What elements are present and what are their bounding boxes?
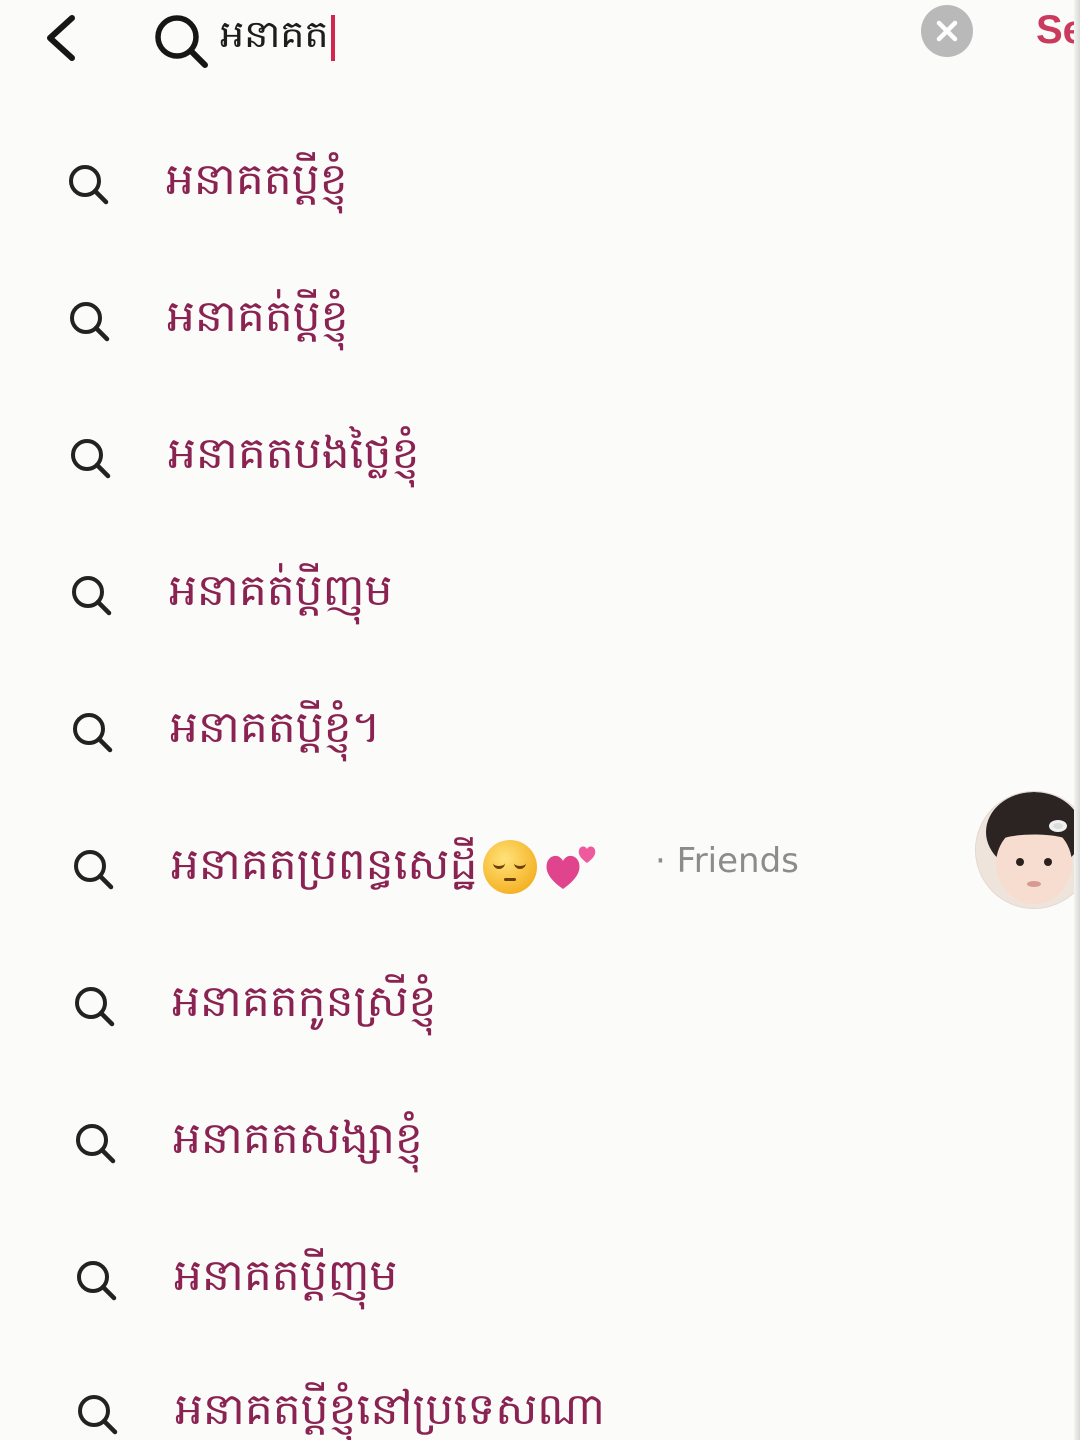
pensive-face-icon bbox=[483, 840, 538, 894]
search-icon bbox=[74, 850, 114, 890]
text-caret bbox=[330, 15, 335, 61]
suggestion-label: អនាគត់ប្តីខ្ញុំ bbox=[167, 291, 349, 342]
search-icon bbox=[77, 1261, 117, 1301]
suggestion-item[interactable]: អនាគតប្តីខ្ញុំនៅប្រទេសណា bbox=[0, 1350, 1080, 1440]
back-button[interactable] bbox=[34, 10, 86, 66]
search-icon bbox=[155, 15, 208, 68]
screen-edge bbox=[1074, 0, 1080, 1440]
suggestion-item[interactable]: អនាគតប្ដីខ្ញុំ bbox=[0, 120, 1080, 240]
suggestion-label: អនាគតប្ដីខ្ញុំ bbox=[166, 154, 348, 205]
chevron-left-icon bbox=[47, 15, 75, 61]
search-icon bbox=[70, 302, 110, 342]
suggestion-label: អនាគតប្តីខ្ញុំ។ bbox=[170, 702, 381, 753]
suggestion-item[interactable]: អនាគតប្រពន្ធសេដ្ឋី · Friends bbox=[0, 805, 1080, 925]
search-query-text: អនាគត bbox=[220, 12, 329, 56]
search-icon bbox=[75, 987, 115, 1027]
suggestion-label: អនាគត់ប្តីញុម bbox=[169, 565, 393, 616]
suggestion-item[interactable]: អនាគត់ប្តីញុម bbox=[0, 531, 1080, 651]
suggestion-item[interactable]: អនាគតប្តីខ្ញុំ។ bbox=[0, 668, 1080, 788]
suggestion-item[interactable]: អនាគតបងថ្លៃខ្ញុំ bbox=[0, 394, 1080, 514]
search-screen: អនាគត Se អនាគតប្ដីខ្ញុំ អនាគត់ប្តីខ្ញុំ … bbox=[0, 0, 1080, 1440]
friend-avatar[interactable] bbox=[976, 792, 1080, 908]
search-icon bbox=[78, 1395, 118, 1435]
search-input[interactable]: អនាគត bbox=[220, 6, 335, 70]
avatar-icon bbox=[976, 792, 1080, 908]
suggestion-label: អនាគតកូនស្រីខ្ញុំ bbox=[172, 976, 437, 1027]
suggestion-label: អនាគតបងថ្លៃខ្ញុំ bbox=[168, 428, 420, 479]
suggestion-label: អនាគតប្តីខ្ញុំនៅប្រទេសណា bbox=[175, 1384, 605, 1435]
two-hearts-icon bbox=[546, 846, 596, 889]
search-icon bbox=[73, 713, 113, 753]
suggestion-item[interactable]: អនាគតប្តីញុម bbox=[0, 1216, 1080, 1336]
suggestion-label: អនាគតប្តីញុម bbox=[174, 1250, 398, 1301]
search-icon bbox=[71, 439, 111, 479]
search-header: អនាគត Se bbox=[0, 0, 1080, 80]
suggestion-label: អនាគតប្រពន្ធសេដ្ឋី bbox=[171, 833, 601, 897]
suggestion-item[interactable]: អនាគតកូនស្រីខ្ញុំ bbox=[0, 942, 1080, 1062]
suggestion-label-text: អនាគតប្រពន្ធសេដ្ឋី bbox=[171, 839, 478, 890]
close-icon bbox=[936, 20, 958, 42]
suggestion-item[interactable]: អនាគតសង្សាខ្ញុំ bbox=[0, 1079, 1080, 1199]
suggestion-item[interactable]: អនាគត់ប្តីខ្ញុំ bbox=[0, 257, 1080, 377]
clear-search-button[interactable] bbox=[921, 5, 973, 57]
search-icon bbox=[72, 576, 112, 616]
friends-tag: · Friends bbox=[655, 841, 799, 881]
search-icon bbox=[76, 1124, 116, 1164]
suggestion-label: អនាគតសង្សាខ្ញុំ bbox=[173, 1113, 423, 1164]
search-icon bbox=[69, 165, 109, 205]
